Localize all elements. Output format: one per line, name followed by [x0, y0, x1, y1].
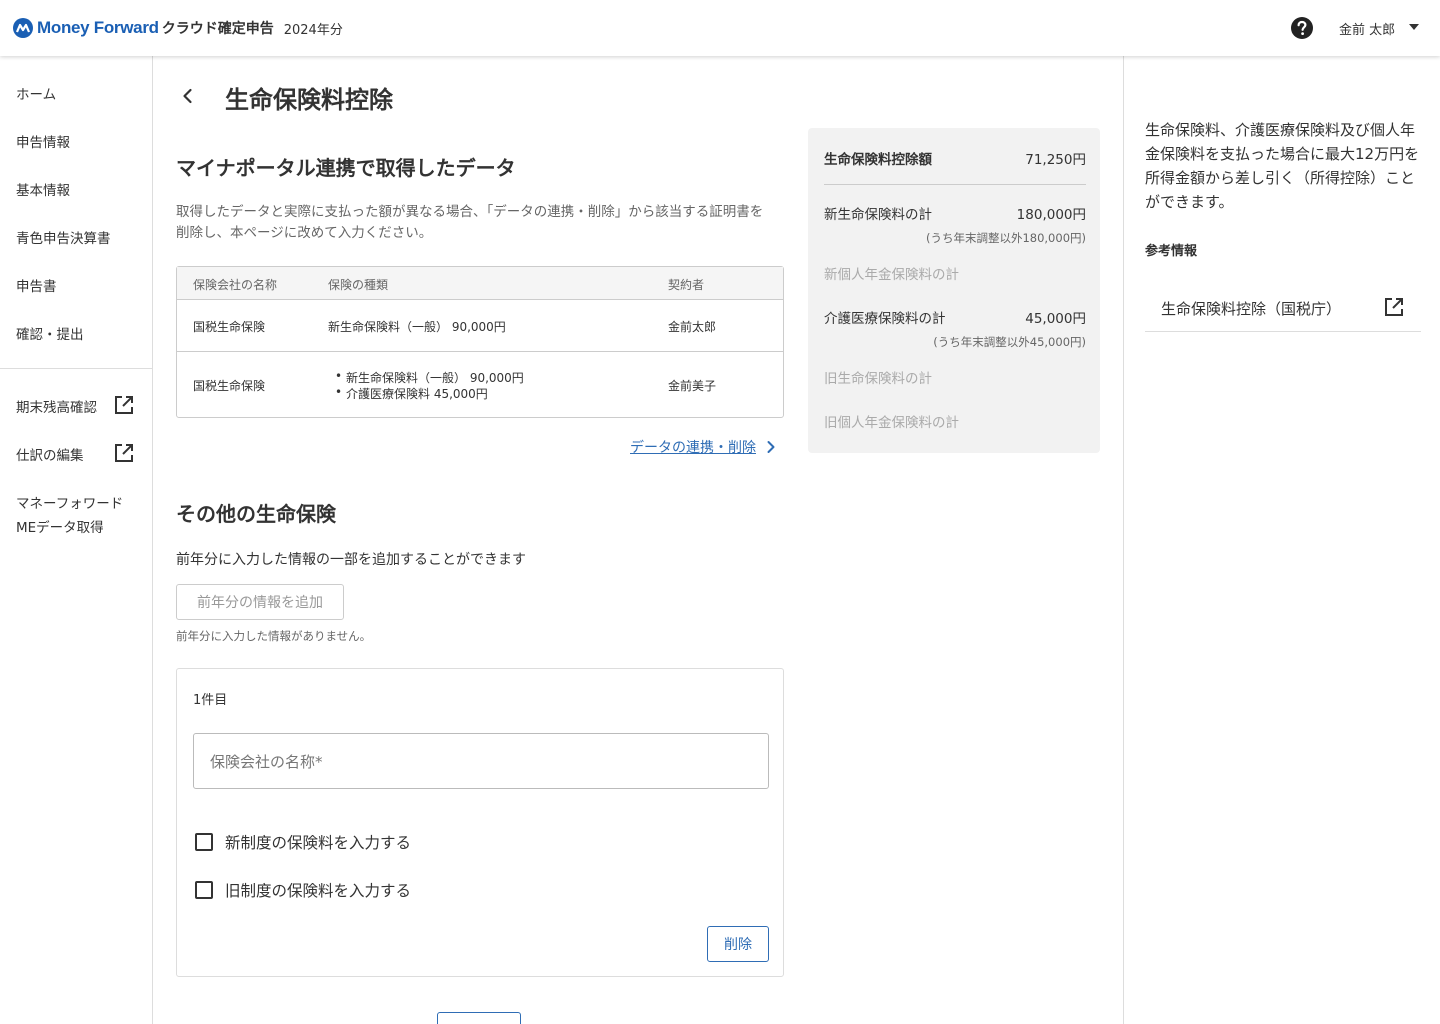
chevron-down-icon[interactable] — [1409, 24, 1419, 30]
add-previous-year-button[interactable]: 前年分の情報を追加 — [176, 584, 344, 620]
care-medical-total-sub: (うち年末調整以外45,000円) — [933, 335, 1086, 349]
sidebar-item-me-data-line1[interactable]: マネーフォワード — [16, 492, 123, 512]
sidebar-item-balance-check[interactable]: 期末残高確認 — [16, 396, 97, 416]
insurance-company-input[interactable]: 保険会社の名称* — [193, 733, 769, 789]
deduction-amount-label: 生命保険料控除額 — [824, 152, 932, 168]
care-medical-total-value: 45,000円 — [1025, 311, 1086, 327]
logo[interactable]: Money Forward クラウド確定申告 2024年分 — [12, 16, 343, 40]
sidebar-item-me-data-line2[interactable]: MEデータ取得 — [16, 516, 104, 536]
chevron-right-icon[interactable] — [764, 440, 778, 454]
new-life-total-value: 180,000円 — [1016, 207, 1086, 223]
sidebar-item-journal-edit[interactable]: 仕訳の編集 — [16, 444, 84, 464]
column-header-company: 保険会社の名称 — [193, 278, 278, 292]
cell-type-item: 新生命保険料（一般） 90,000円 — [346, 371, 524, 385]
summary-divider — [824, 184, 1086, 185]
old-system-checkbox-row[interactable]: 旧制度の保険料を入力する — [195, 879, 411, 901]
mynaportal-description: 取得したデータと実際に支払った額が異なる場合、「データの連携・削除」から該当する… — [176, 204, 764, 241]
cell-holder: 金前美子 — [668, 379, 717, 393]
mynaportal-data-table: 保険会社の名称 保険の種類 契約者 国税生命保険 新生命保険料（一般） 90,0… — [176, 266, 784, 418]
external-link-icon[interactable] — [113, 442, 135, 464]
cell-type-item: 介護医療保険料 45,000円 — [346, 387, 488, 401]
product-name: クラウド確定申告 — [161, 21, 274, 37]
sidebar-item-tax-return[interactable]: 申告書 — [16, 275, 57, 295]
add-entry-button[interactable] — [437, 1012, 521, 1024]
old-life-total-label: 旧生命保険料の計 — [824, 371, 932, 387]
brand-name: Money Forward — [37, 18, 159, 37]
new-system-checkbox-row[interactable]: 新制度の保険料を入力する — [195, 831, 411, 853]
data-link-delete-link[interactable]: データの連携・削除 — [630, 437, 756, 457]
sidebar-item-basic-info[interactable]: 基本情報 — [16, 179, 70, 199]
new-system-checkbox[interactable] — [195, 833, 213, 851]
page-title: 生命保険料控除 — [225, 86, 393, 114]
entry-number: 1件目 — [193, 693, 228, 708]
table-row: 国税生命保険 • 新生命保険料（一般） 90,000円 • 介護医療保険料 45… — [177, 352, 783, 417]
help-side-panel: 生命保険料、介護医療保険料及び個人年金保険料を支払った場合に最大12万円を所得金… — [1123, 56, 1440, 1024]
app-header: Money Forward クラウド確定申告 2024年分 金前 太郎 — [0, 0, 1440, 56]
cell-type: 新生命保険料（一般） 90,000円 — [328, 320, 506, 334]
help-description: 生命保険料、介護医療保険料及び個人年金保険料を支払った場合に最大12万円を所得金… — [1145, 121, 1420, 211]
external-link-icon[interactable] — [113, 394, 135, 416]
insurance-entry-card: 1件目 保険会社の名称* 新制度の保険料を入力する 旧制度の保険料を入力する 削… — [176, 668, 784, 977]
deduction-amount-value: 71,250円 — [1025, 152, 1086, 168]
column-header-holder: 契約者 — [668, 278, 705, 292]
other-insurance-description: 前年分に入力した情報の一部を追加することができます — [176, 552, 526, 568]
other-insurance-section-title: その他の生命保険 — [176, 502, 336, 526]
reference-info-heading: 参考情報 — [1145, 244, 1198, 259]
help-icon[interactable] — [1290, 16, 1314, 40]
previous-year-note: 前年分に入力した情報がありません。 — [176, 629, 372, 643]
sidebar-item-confirm-submit[interactable]: 確認・提出 — [16, 323, 84, 343]
sidebar-item-home[interactable]: ホーム — [16, 83, 56, 103]
new-system-checkbox-label[interactable]: 新制度の保険料を入力する — [225, 831, 411, 853]
sidebar-item-filing-info[interactable]: 申告情報 — [16, 131, 70, 151]
deduction-summary-panel: 生命保険料控除額 71,250円 新生命保険料の計 180,000円 (うち年末… — [808, 128, 1100, 453]
nta-reference-link[interactable]: 生命保険料控除（国税庁） — [1145, 286, 1421, 332]
old-pension-total-label: 旧個人年金保険料の計 — [824, 415, 959, 431]
new-pension-total-label: 新個人年金保険料の計 — [824, 267, 959, 283]
bullet-dot: • — [335, 385, 343, 399]
tax-year: 2024年分 — [283, 22, 343, 38]
new-life-total-label: 新生命保険料の計 — [824, 207, 932, 223]
table-header-row: 保険会社の名称 保険の種類 契約者 — [177, 267, 783, 300]
user-menu[interactable]: 金前 太郎 — [1339, 19, 1395, 38]
sidebar: ホーム 申告情報 基本情報 青色申告決算書 申告書 確認・提出 期末残高確認 仕… — [0, 56, 153, 1024]
care-medical-total-label: 介護医療保険料の計 — [824, 311, 946, 327]
column-header-type: 保険の種類 — [328, 278, 389, 292]
back-chevron-icon[interactable] — [178, 86, 198, 106]
bullet-dot: • — [335, 369, 343, 383]
money-forward-logo-icon — [13, 18, 33, 38]
new-life-total-sub: (うち年末調整以外180,000円) — [925, 231, 1086, 245]
nta-reference-link-label[interactable]: 生命保険料控除（国税庁） — [1161, 298, 1341, 319]
table-row: 国税生命保険 新生命保険料（一般） 90,000円 金前太郎 — [177, 300, 783, 352]
cell-holder: 金前太郎 — [668, 320, 717, 334]
cell-company: 国税生命保険 — [193, 379, 266, 393]
old-system-checkbox[interactable] — [195, 881, 213, 899]
cell-company: 国税生命保険 — [193, 320, 266, 334]
old-system-checkbox-label[interactable]: 旧制度の保険料を入力する — [225, 879, 411, 901]
sidebar-divider — [0, 368, 152, 369]
delete-entry-button[interactable]: 削除 — [707, 926, 769, 962]
external-link-icon[interactable] — [1383, 296, 1405, 318]
sidebar-item-blue-return[interactable]: 青色申告決算書 — [16, 227, 111, 247]
mynaportal-section-title: マイナポータル連携で取得したデータ — [176, 156, 516, 180]
